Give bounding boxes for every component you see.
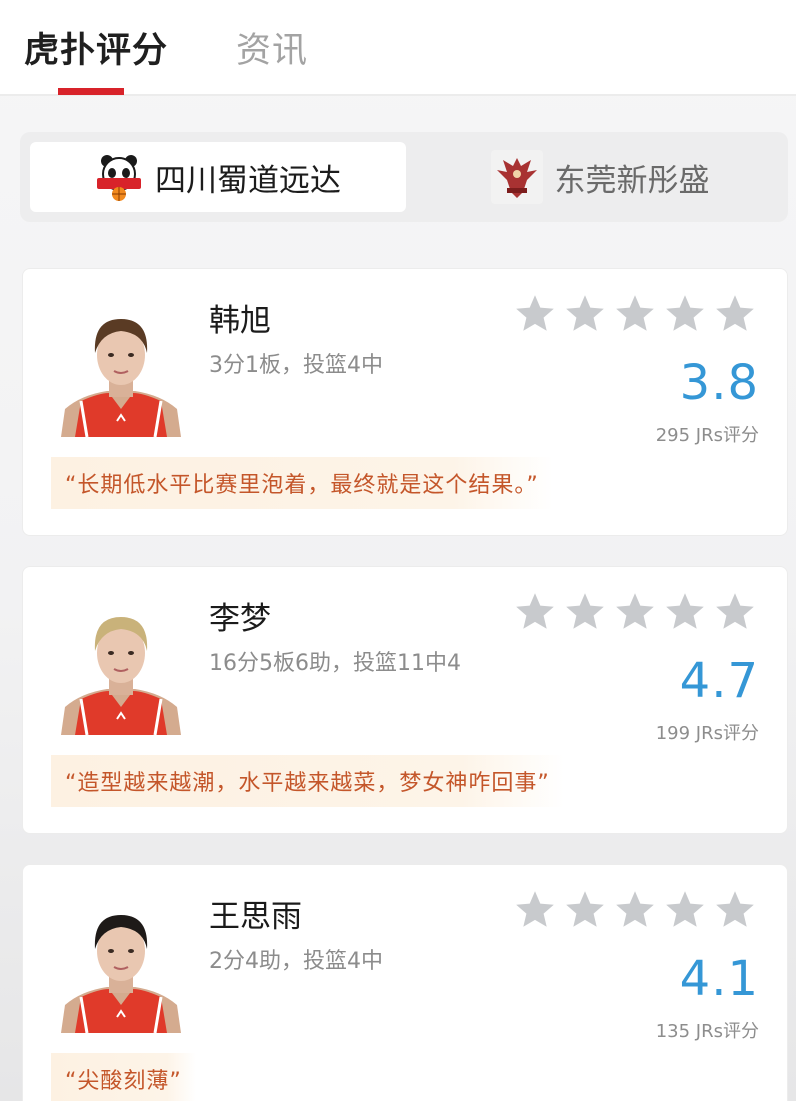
top-comment-quote[interactable]: “造型越来越潮，水平越来越菜，梦女神咋回事” bbox=[51, 755, 564, 807]
player-avatar bbox=[51, 297, 191, 437]
top-comment-quote[interactable]: “尖酸刻薄” bbox=[51, 1053, 196, 1101]
player-card[interactable]: 王思雨 2分4助，投篮4中 4.1 135 JRs评分 “尖酸刻薄” bbox=[22, 864, 788, 1101]
rating-star-icon[interactable] bbox=[663, 591, 707, 633]
rating-star-icon[interactable] bbox=[713, 591, 757, 633]
player-score: 4.1 bbox=[679, 951, 759, 1007]
team-name-sichuan: 四川蜀道远达 bbox=[155, 162, 341, 199]
player-score: 4.7 bbox=[679, 653, 759, 709]
active-tab-indicator bbox=[58, 88, 124, 95]
rating-stars[interactable] bbox=[513, 591, 757, 633]
rating-count: 295 JRs评分 bbox=[655, 425, 759, 446]
rating-star-icon[interactable] bbox=[713, 293, 757, 335]
rating-star-icon[interactable] bbox=[613, 889, 657, 931]
player-stats: 2分4助，投篮4中 bbox=[209, 949, 383, 974]
rating-star-icon[interactable] bbox=[613, 591, 657, 633]
rating-star-icon[interactable] bbox=[563, 889, 607, 931]
rating-count: 199 JRs评分 bbox=[655, 723, 759, 744]
rating-star-icon[interactable] bbox=[513, 889, 557, 931]
player-name: 韩旭 bbox=[209, 303, 271, 339]
rating-star-icon[interactable] bbox=[563, 293, 607, 335]
rating-star-icon[interactable] bbox=[613, 293, 657, 335]
team-name-dongguan: 东莞新彤盛 bbox=[554, 162, 710, 199]
team-tab-dongguan[interactable]: 东莞新彤盛 bbox=[412, 142, 788, 212]
top-comment-quote[interactable]: “长期低水平比赛里泡着，最终就是这个结果。” bbox=[51, 457, 553, 509]
rating-star-icon[interactable] bbox=[663, 293, 707, 335]
sichuan-panda-logo-icon bbox=[95, 152, 143, 202]
rating-star-icon[interactable] bbox=[713, 889, 757, 931]
rating-count: 135 JRs评分 bbox=[655, 1021, 759, 1042]
rating-star-icon[interactable] bbox=[513, 293, 557, 335]
player-stats: 3分1板，投篮4中 bbox=[209, 353, 383, 378]
team-switcher: 四川蜀道远达 东莞新彤盛 bbox=[20, 132, 788, 222]
team-tab-sichuan[interactable]: 四川蜀道远达 bbox=[30, 142, 406, 212]
player-name: 李梦 bbox=[209, 601, 271, 637]
player-score: 3.8 bbox=[679, 355, 759, 411]
dongguan-phoenix-logo-icon bbox=[490, 150, 543, 204]
top-tab-bar: 虎扑评分 资讯 bbox=[0, 0, 796, 96]
rating-star-icon[interactable] bbox=[663, 889, 707, 931]
rating-stars[interactable] bbox=[513, 293, 757, 335]
player-card[interactable]: 李梦 16分5板6助，投篮11中4 4.7 199 JRs评分 “造型越来越潮，水平越来… bbox=[22, 566, 788, 834]
tab-news[interactable]: 资讯 bbox=[236, 22, 308, 73]
rating-stars[interactable] bbox=[513, 889, 757, 931]
player-name: 王思雨 bbox=[209, 899, 302, 935]
player-avatar bbox=[51, 595, 191, 735]
player-stats: 16分5板6助，投篮11中4 bbox=[209, 651, 461, 676]
player-avatar bbox=[51, 893, 191, 1033]
rating-star-icon[interactable] bbox=[563, 591, 607, 633]
tab-hupu-rating[interactable]: 虎扑评分 bbox=[24, 22, 168, 73]
rating-star-icon[interactable] bbox=[513, 591, 557, 633]
player-card[interactable]: 韩旭 3分1板，投篮4中 3.8 295 JRs评分 “长期低水平比赛里泡着，最终就是这… bbox=[22, 268, 788, 536]
